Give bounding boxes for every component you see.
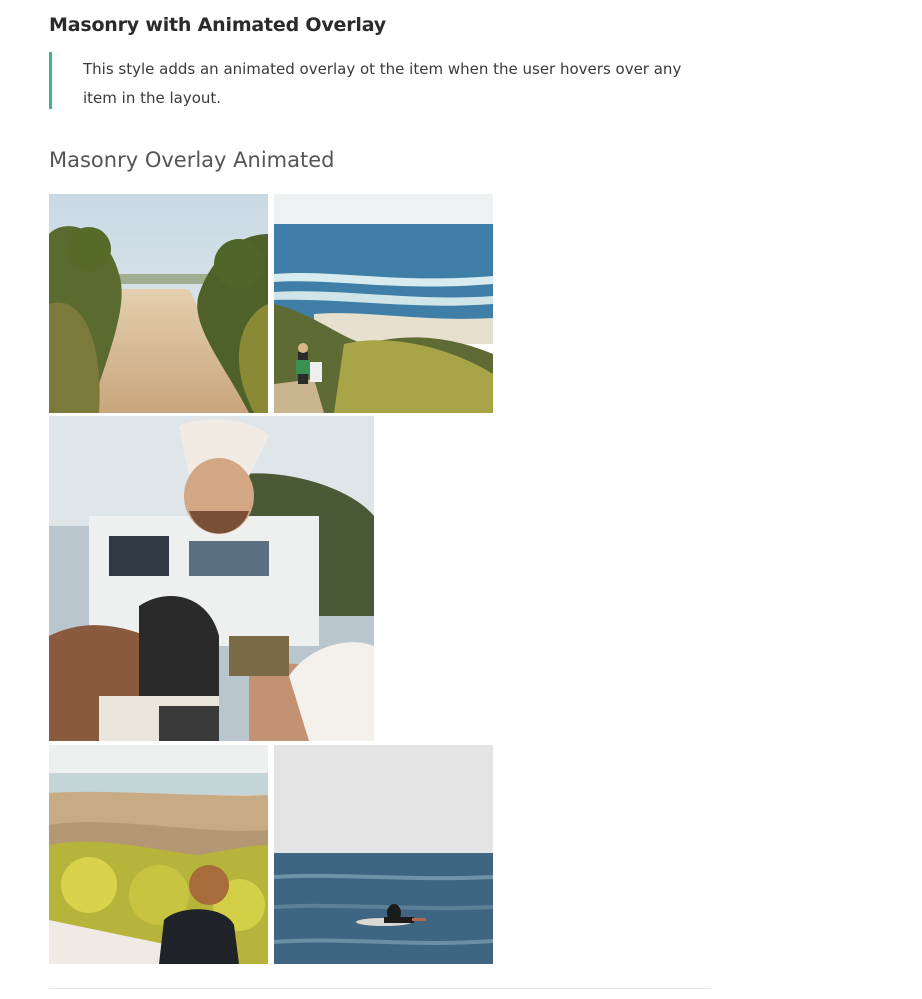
section-divider bbox=[49, 988, 711, 989]
hover-overlay bbox=[274, 194, 493, 413]
gallery-item-cafe-reflection[interactable] bbox=[49, 416, 374, 741]
description-text: This style adds an animated overlay ot t… bbox=[83, 60, 682, 107]
gallery-heading: Masonry Overlay Animated bbox=[49, 148, 335, 172]
gallery-item-surfer-paddling[interactable] bbox=[274, 745, 493, 964]
description-blockquote: This style adds an animated overlay ot t… bbox=[49, 52, 714, 109]
hover-overlay bbox=[274, 745, 493, 964]
gallery-item-coast-view[interactable] bbox=[49, 745, 268, 964]
hover-overlay bbox=[49, 194, 268, 413]
hover-overlay bbox=[49, 745, 268, 964]
gallery-item-sandy-path[interactable] bbox=[49, 194, 268, 413]
gallery-item-ocean-walk[interactable] bbox=[274, 194, 493, 413]
section-title: Masonry with Animated Overlay bbox=[49, 14, 386, 36]
hover-overlay bbox=[49, 416, 374, 741]
